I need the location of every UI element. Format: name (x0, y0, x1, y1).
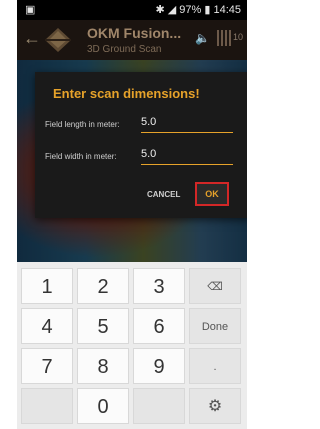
field-length-input[interactable]: 5.0 (141, 116, 233, 133)
numeric-keyboard: 1 2 3 ⌫ 4 5 6 Done 7 8 9 . 0 ⚙ (17, 262, 247, 429)
app-bar: ← OKM Fusion... 3D Ground Scan 🔈 10 (17, 20, 247, 60)
key-period[interactable]: . (189, 348, 241, 384)
app-subtitle: 3D Ground Scan (87, 44, 162, 55)
key-done[interactable]: Done (189, 308, 241, 344)
key-2[interactable]: 2 (77, 268, 129, 304)
field-length-value: 5.0 (141, 116, 157, 128)
key-9[interactable]: 9 (133, 348, 185, 384)
key-3[interactable]: 3 (133, 268, 185, 304)
app-logo-icon (45, 28, 71, 52)
key-blank-left (21, 388, 73, 424)
field-width-label: Field width in meter: (45, 152, 117, 161)
app-title: OKM Fusion... (87, 25, 182, 41)
ok-button[interactable]: OK (195, 182, 229, 206)
backspace-icon[interactable]: ⌫ (189, 268, 241, 304)
key-7[interactable]: 7 (21, 348, 73, 384)
key-1[interactable]: 1 (21, 268, 73, 304)
scan-dimensions-dialog: Enter scan dimensions! Field length in m… (35, 72, 247, 218)
volume-icon[interactable]: 🔈 (195, 31, 210, 45)
phone-screen: ▣ ✱ ◢ 97% ▮ 14:45 ← OKM Fusion... 3D Gro… (17, 0, 247, 429)
back-arrow-icon[interactable]: ← (23, 28, 41, 49)
key-blank-right (133, 388, 185, 424)
field-width-input[interactable]: 5.0 (141, 148, 233, 165)
key-4[interactable]: 4 (21, 308, 73, 344)
dialog-title: Enter scan dimensions! (53, 86, 200, 101)
key-5[interactable]: 5 (77, 308, 129, 344)
status-left: ▣ (25, 4, 36, 16)
status-bar: ▣ ✱ ◢ 97% ▮ 14:45 (17, 0, 247, 20)
status-right: ✱ ◢ 97% ▮ 14:45 (155, 4, 242, 16)
grid-count: 10 (233, 32, 244, 42)
cancel-button[interactable]: CANCEL (147, 190, 180, 199)
key-8[interactable]: 8 (77, 348, 129, 384)
field-width-value: 5.0 (141, 148, 157, 160)
field-length-label: Field length in meter: (45, 120, 120, 129)
grid-icon[interactable] (217, 30, 231, 46)
key-6[interactable]: 6 (133, 308, 185, 344)
key-0[interactable]: 0 (77, 388, 129, 424)
settings-gear-icon[interactable]: ⚙ (189, 388, 241, 424)
